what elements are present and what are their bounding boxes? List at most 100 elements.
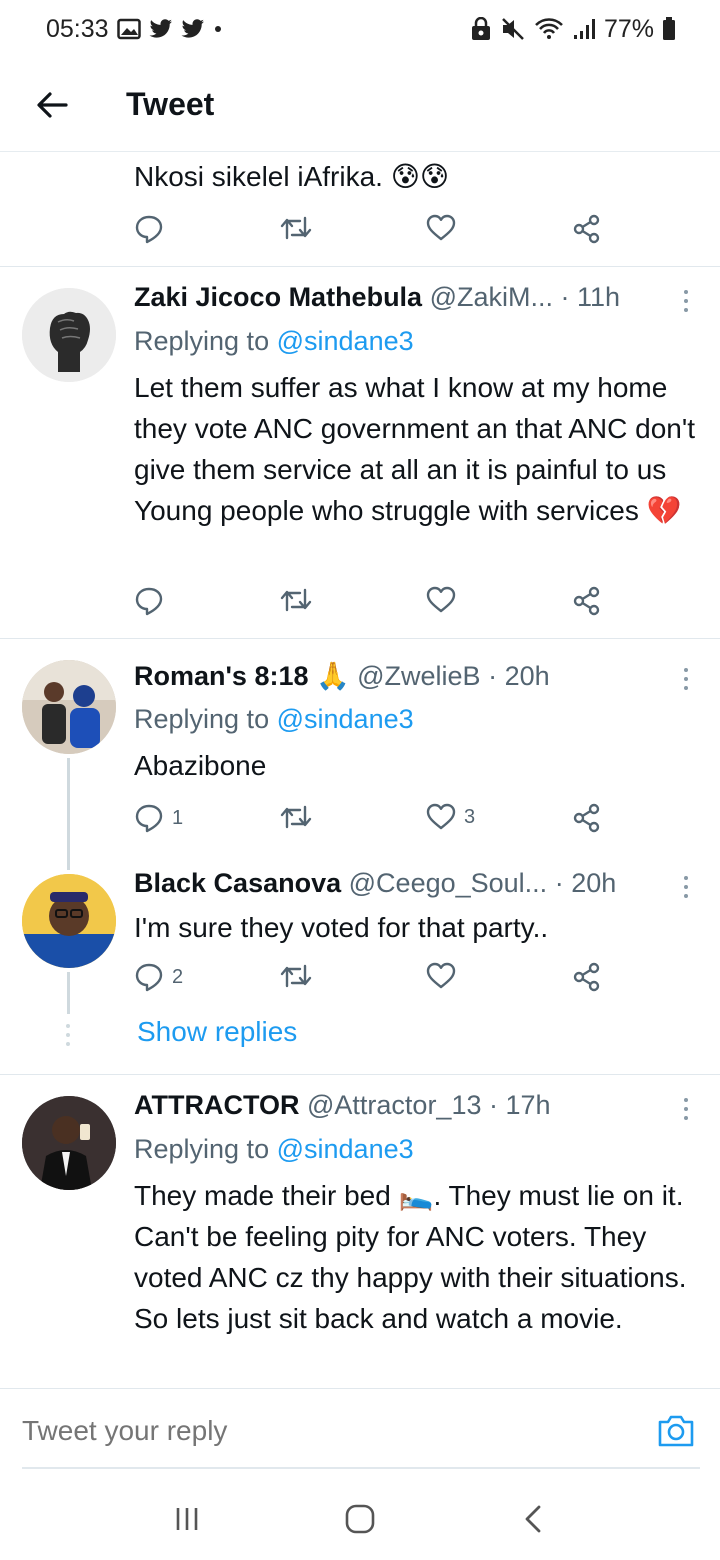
like-button[interactable] [426, 586, 464, 614]
thread-connector [67, 972, 70, 1014]
home-button[interactable] [330, 1489, 390, 1549]
more-options-button[interactable] [682, 290, 690, 317]
thread-connector [67, 758, 70, 870]
avatar[interactable] [22, 288, 116, 382]
tweet-body: They made their bed 🛌. They must lie on … [134, 1180, 687, 1334]
replying-prefix: Replying to [134, 1134, 270, 1164]
author-handle[interactable]: @Ceego_Soul... [349, 868, 548, 898]
tweet-meta: ATTRACTOR @Attractor_13 · 17h [134, 1090, 694, 1121]
replying-handle-link[interactable]: @sindane3 [277, 1134, 414, 1164]
chevron-left-icon [525, 1505, 541, 1533]
reply-button[interactable] [134, 214, 164, 244]
camera-button[interactable] [656, 1413, 696, 1453]
author-name[interactable]: ATTRACTOR [134, 1090, 299, 1120]
status-time: 05:33 [46, 14, 109, 43]
reply-button[interactable]: 1 [134, 803, 183, 833]
tweet-body: Nkosi sikelel iAfrika. 😰😰 [134, 161, 450, 192]
lock-alarm-icon [470, 17, 492, 41]
share-icon [573, 214, 600, 244]
author-handle[interactable]: @Attractor_13 [307, 1090, 482, 1120]
share-button[interactable] [572, 962, 602, 992]
reply-button[interactable]: 2 [134, 962, 183, 992]
top-app-bar: Tweet [0, 58, 720, 152]
heart-icon [426, 586, 456, 613]
share-icon [573, 803, 600, 833]
replying-to: Replying to @sindane3 [134, 704, 414, 735]
avatar[interactable] [22, 1096, 116, 1190]
more-options-button[interactable] [682, 668, 690, 695]
share-icon [573, 586, 600, 616]
camera-icon [658, 1415, 694, 1447]
person-photo-icon [22, 874, 116, 968]
two-people-photo-icon [22, 660, 116, 754]
mute-icon [500, 17, 526, 41]
retweet-button[interactable] [280, 962, 312, 990]
person-photo-icon [22, 1096, 116, 1190]
like-button[interactable] [426, 962, 464, 990]
like-button[interactable]: 3 [426, 803, 475, 831]
twitter-notification-icon [149, 19, 173, 39]
avatar[interactable] [22, 660, 116, 754]
wifi-icon [534, 17, 564, 41]
raised-fist-icon [22, 288, 116, 382]
replying-prefix: Replying to [134, 326, 270, 356]
recent-apps-button[interactable] [157, 1489, 217, 1549]
tweet-actions: 2 [134, 962, 614, 1002]
replying-handle-link[interactable]: @sindane3 [277, 326, 414, 356]
share-button[interactable] [572, 214, 602, 244]
reply-count: 1 [172, 806, 184, 829]
tweet-actions [134, 586, 614, 626]
retweet-icon [280, 588, 312, 612]
retweet-button[interactable] [280, 803, 312, 831]
tweet-meta: Roman's 8:18 🙏 @ZwelieB · 20h [134, 660, 694, 692]
battery-percent: 77% [603, 14, 654, 43]
show-replies-link[interactable]: Show replies [137, 1016, 297, 1048]
heart-icon [426, 962, 456, 989]
back-button[interactable] [22, 75, 82, 135]
author-name[interactable]: Black Casanova [134, 868, 341, 898]
replying-to: Replying to @sindane3 [134, 326, 414, 357]
retweet-icon [280, 964, 312, 988]
tweet-meta: Black Casanova @Ceego_Soul... · 20h [134, 868, 694, 899]
gallery-icon [116, 18, 141, 40]
status-bar: 05:33 77% [0, 0, 720, 58]
page-title: Tweet [126, 86, 215, 122]
author-name[interactable]: Roman's 8:18 🙏 [134, 661, 350, 691]
more-options-button[interactable] [682, 876, 690, 903]
system-nav-bar [0, 1478, 720, 1560]
heart-icon [426, 803, 456, 830]
system-back-button[interactable] [503, 1489, 563, 1549]
reply-input[interactable] [22, 1415, 582, 1447]
signal-icon [572, 17, 596, 41]
replying-to: Replying to @sindane3 [134, 1134, 414, 1165]
tweet-time: · 20h [488, 661, 550, 691]
tweet-time: · 20h [554, 868, 617, 898]
share-icon [573, 962, 600, 992]
avatar[interactable] [22, 874, 116, 968]
reply-icon [135, 963, 163, 992]
reply-feed[interactable]: Nkosi sikelel iAfrika. 😰😰 Zaki Jicoco Ma… [0, 152, 720, 1388]
replying-prefix: Replying to [134, 704, 270, 734]
tweet-actions [134, 214, 614, 254]
retweet-button[interactable] [280, 586, 312, 614]
notification-dot-icon [213, 24, 223, 34]
recent-apps-icon [176, 1508, 197, 1530]
tweet-time: · 17h [489, 1090, 551, 1120]
replying-handle-link[interactable]: @sindane3 [277, 704, 414, 734]
tweet-body: I'm sure they voted for that party.. [134, 912, 549, 943]
share-button[interactable] [572, 586, 602, 616]
retweet-button[interactable] [280, 214, 312, 242]
home-icon [345, 1504, 375, 1534]
share-button[interactable] [572, 803, 602, 833]
divider [0, 266, 720, 267]
divider [0, 1074, 720, 1075]
like-button[interactable] [426, 214, 456, 242]
author-name[interactable]: Zaki Jicoco Mathebula [134, 282, 422, 312]
reply-icon [135, 804, 163, 833]
reply-button[interactable] [134, 586, 172, 616]
author-handle[interactable]: @ZakiM... [430, 282, 553, 312]
heart-icon [426, 214, 456, 241]
more-options-button[interactable] [682, 1098, 690, 1125]
tweet-time: · 11h [560, 282, 621, 312]
author-handle[interactable]: @ZwelieB [357, 661, 480, 691]
